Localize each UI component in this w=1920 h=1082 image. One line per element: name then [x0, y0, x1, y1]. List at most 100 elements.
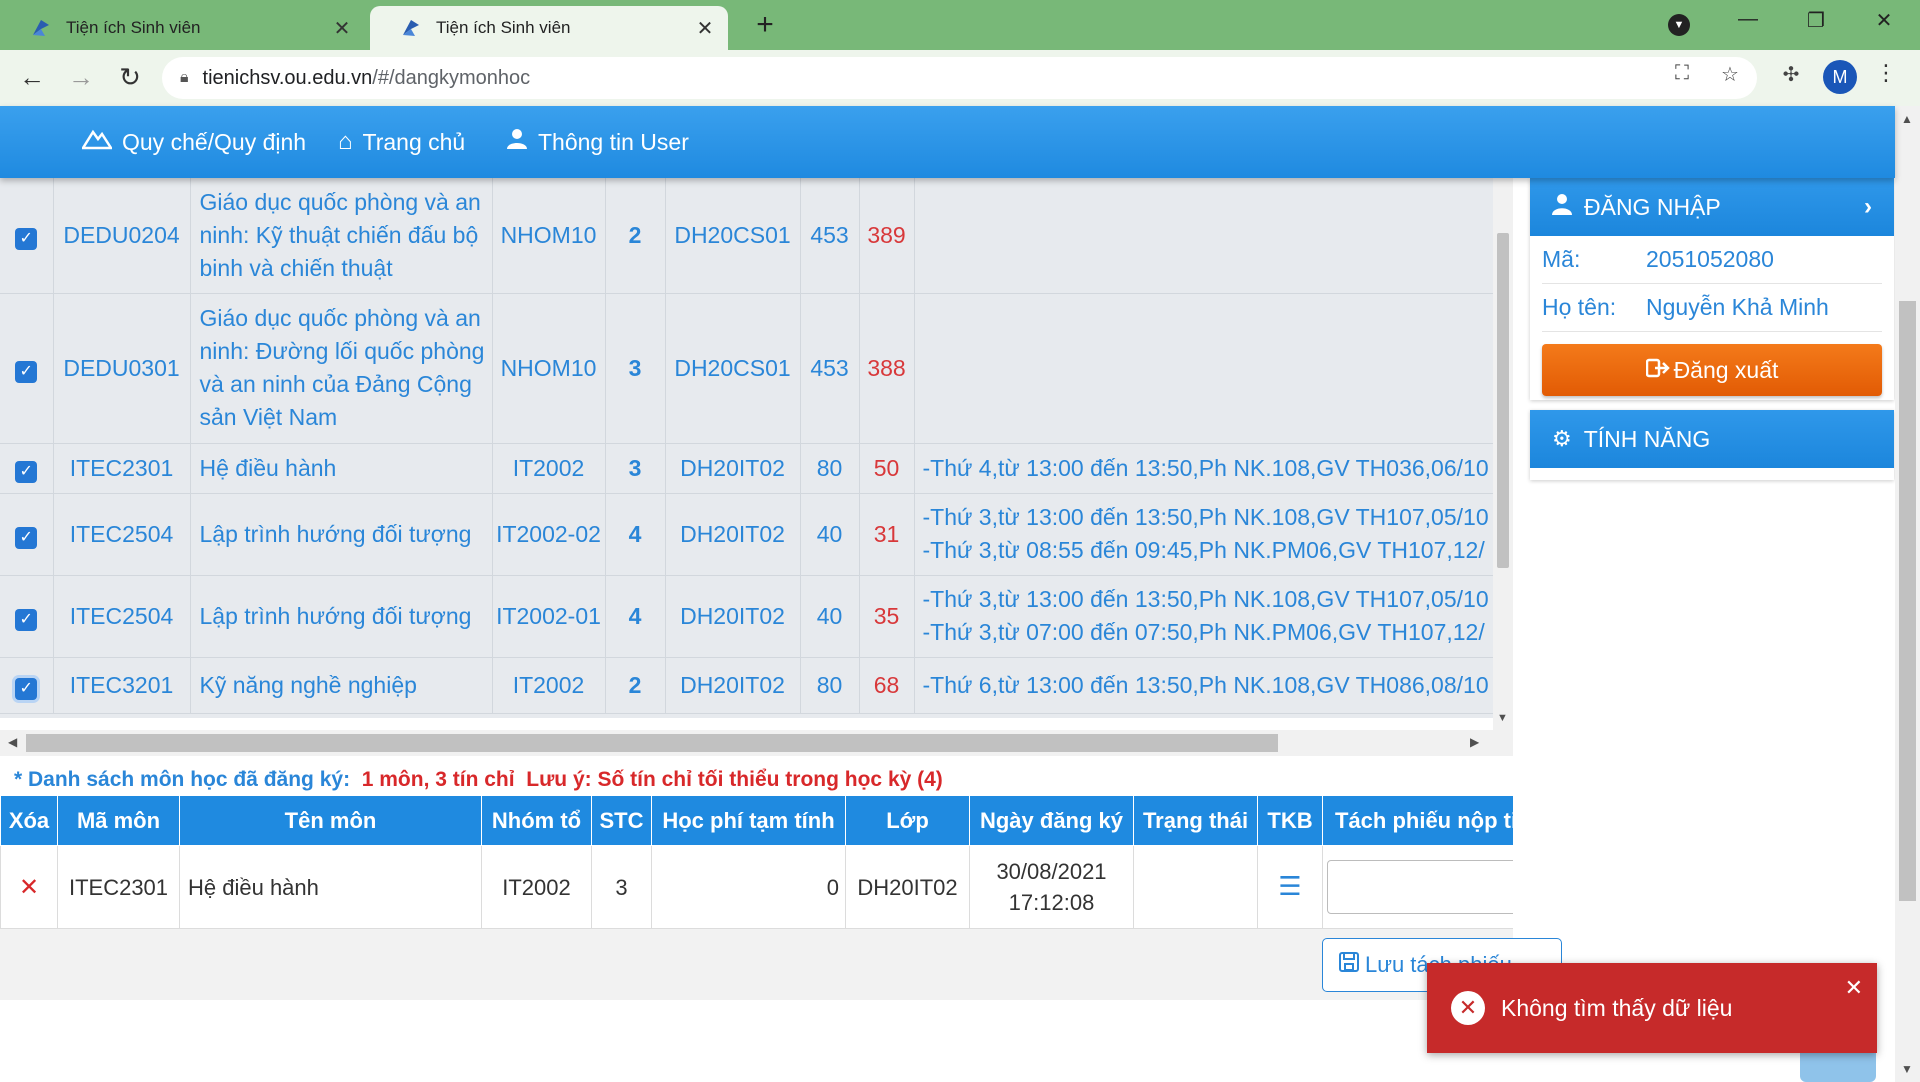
- new-tab-icon[interactable]: +: [750, 10, 780, 40]
- tab-close-icon[interactable]: ✕: [331, 16, 353, 41]
- course-select-checkbox[interactable]: ✓: [15, 677, 38, 700]
- split-receipt-input[interactable]: [1327, 860, 1513, 914]
- student-id-label: Mã:: [1542, 246, 1581, 272]
- translate-icon[interactable]: ⛶: [1668, 62, 1696, 85]
- scroll-down-arrow-icon[interactable]: ▼: [1497, 712, 1508, 724]
- course-credits: 3: [605, 293, 666, 444]
- course-name: Kỹ năng nghề nghiệp: [190, 657, 493, 714]
- extensions-icon[interactable]: ✣: [1777, 62, 1805, 87]
- registered-code: ITEC2301: [57, 845, 180, 929]
- browser-menu-icon[interactable]: ⋮: [1875, 60, 1897, 86]
- browser-tabstrip: Tiện ích Sinh viên ✕ Tiện ích Sinh viên …: [0, 0, 1920, 50]
- user-icon: [1552, 193, 1572, 221]
- course-table-vertical-scrollbar[interactable]: ▼: [1493, 178, 1513, 730]
- registered-table: Xóa Mã môn Tên môn Nhóm tổ STC Học phí t…: [0, 795, 1513, 929]
- features-panel: ⚙ TÍNH NĂNG: [1530, 410, 1894, 480]
- login-panel-header[interactable]: ĐĂNG NHẬP ›: [1530, 178, 1894, 236]
- col-name: Tên môn: [179, 795, 482, 846]
- course-class: DH20IT02: [665, 575, 801, 658]
- course-remaining: 50: [859, 443, 915, 494]
- course-capacity: 80: [800, 443, 860, 494]
- browser-tab-1[interactable]: Tiện ích Sinh viên ✕: [0, 6, 365, 50]
- scrollbar-thumb[interactable]: [1497, 233, 1509, 568]
- table-row: ✓ ITEC2504 Lập trình hướng đối tượng IT2…: [0, 493, 1493, 576]
- col-code: Mã môn: [57, 795, 180, 846]
- nav-regulations-label: Quy chế/Quy định: [122, 128, 307, 155]
- browser-tab-2[interactable]: Tiện ích Sinh viên ✕: [370, 6, 728, 50]
- registered-status: [1133, 845, 1258, 929]
- site-favicon-icon: [30, 17, 52, 39]
- scroll-down-arrow-icon[interactable]: ▼: [1901, 1062, 1913, 1076]
- features-panel-header[interactable]: ⚙ TÍNH NĂNG: [1530, 410, 1894, 468]
- scrollbar-thumb[interactable]: [1899, 301, 1916, 901]
- course-remaining: 389: [859, 178, 915, 294]
- nav-user-info-label: Thông tin User: [538, 128, 689, 155]
- course-schedule: -Thứ 6,từ 13:00 đến 13:50,Ph NK.108,GV T…: [914, 657, 1493, 714]
- col-status: Trạng thái: [1133, 795, 1258, 846]
- course-name: Giáo dục quốc phòng và an ninh: Đường lố…: [190, 293, 493, 444]
- tab-search-icon[interactable]: ▼: [1668, 14, 1690, 36]
- course-table-horizontal-scrollbar[interactable]: ◀ ▶: [0, 730, 1513, 756]
- course-select-checkbox[interactable]: ✓: [15, 360, 38, 383]
- course-code: ITEC2504: [53, 575, 191, 658]
- error-toast: ✕ Không tìm thấy dữ liệu ✕: [1427, 963, 1877, 1053]
- course-code: ITEC2504: [53, 493, 191, 576]
- registered-name: Hệ điều hành: [179, 845, 482, 929]
- tab-close-icon[interactable]: ✕: [694, 16, 716, 41]
- site-favicon-icon: [400, 17, 422, 39]
- nav-home[interactable]: ⌂ Trang chủ: [338, 106, 465, 178]
- browser-toolbar: ← → ↻ 🔒︎ tienichsv.ou.edu.vn/#/dangkymon…: [0, 50, 1920, 106]
- reload-icon[interactable]: ↻: [112, 62, 148, 92]
- course-capacity: 40: [800, 493, 860, 576]
- scroll-up-arrow-icon[interactable]: ▲: [1901, 112, 1913, 126]
- course-offering-table-container: ✓ DEDU0204 Giáo dục quốc phòng và an nin…: [0, 178, 1493, 718]
- course-select-checkbox[interactable]: ✓: [15, 460, 38, 483]
- course-schedule: [914, 178, 1493, 294]
- scroll-right-arrow-icon[interactable]: ▶: [1470, 735, 1479, 749]
- course-remaining: 68: [859, 657, 915, 714]
- course-capacity: 40: [800, 575, 860, 658]
- nav-user-info[interactable]: Thông tin User: [506, 106, 689, 178]
- course-select-checkbox[interactable]: ✓: [15, 526, 38, 549]
- forward-icon[interactable]: →: [63, 62, 99, 92]
- back-icon[interactable]: ←: [14, 62, 50, 92]
- tab-title: Tiện ích Sinh viên: [66, 18, 201, 37]
- scroll-left-arrow-icon[interactable]: ◀: [8, 735, 17, 749]
- course-remaining: 31: [859, 493, 915, 576]
- table-row: ✕ ITEC2301 Hệ điều hành IT2002 3 0 DH20I…: [0, 845, 1513, 929]
- course-remaining: 388: [859, 293, 915, 444]
- timetable-list-icon[interactable]: ☰: [1278, 871, 1301, 901]
- course-name: Hệ điều hành: [190, 443, 493, 494]
- course-group: IT2002: [492, 657, 606, 714]
- page-vertical-scrollbar[interactable]: ▲ ▼: [1895, 106, 1920, 1082]
- window-close-icon[interactable]: ✕: [1869, 8, 1899, 33]
- scrollbar-thumb[interactable]: [26, 734, 1278, 752]
- col-date: Ngày đăng ký: [969, 795, 1134, 846]
- delete-icon[interactable]: ✕: [19, 874, 39, 901]
- course-name: Lập trình hướng đối tượng: [190, 575, 493, 658]
- course-group: NHOM10: [492, 293, 606, 444]
- course-schedule: -Thứ 3,từ 13:00 đến 13:50,Ph NK.108,GV T…: [914, 493, 1493, 576]
- col-group: Nhóm tổ: [481, 795, 592, 846]
- error-circle-icon: ✕: [1451, 991, 1485, 1025]
- course-code: ITEC2301: [53, 443, 191, 494]
- restore-icon[interactable]: ❐: [1801, 8, 1831, 33]
- gears-icon: ⚙: [1552, 426, 1572, 451]
- address-bar[interactable]: 🔒︎ tienichsv.ou.edu.vn/#/dangkymonhoc: [162, 57, 1757, 99]
- logout-button[interactable]: Đăng xuất: [1542, 344, 1882, 396]
- minimize-icon[interactable]: —: [1733, 8, 1763, 31]
- course-class: DH20CS01: [665, 178, 801, 294]
- profile-avatar[interactable]: M: [1823, 60, 1857, 94]
- nav-regulations[interactable]: Quy chế/Quy định: [80, 106, 307, 178]
- course-schedule: [914, 293, 1493, 444]
- course-select-checkbox[interactable]: ✓: [15, 227, 38, 250]
- bookmark-star-icon[interactable]: ☆: [1716, 62, 1744, 87]
- course-select-checkbox[interactable]: ✓: [15, 608, 38, 631]
- table-row: ✓ ITEC2504 Lập trình hướng đối tượng IT2…: [0, 575, 1493, 658]
- toast-close-icon[interactable]: ✕: [1845, 975, 1863, 1001]
- student-name-row: Họ tên: Nguyễn Khả Minh: [1542, 284, 1882, 332]
- url-text: tienichsv.ou.edu.vn/#/dangkymonhoc: [202, 66, 531, 89]
- course-capacity: 453: [800, 178, 860, 294]
- table-row: ✓ DEDU0301 Giáo dục quốc phòng và an nin…: [0, 293, 1493, 444]
- table-header-row: Xóa Mã môn Tên môn Nhóm tổ STC Học phí t…: [0, 795, 1513, 846]
